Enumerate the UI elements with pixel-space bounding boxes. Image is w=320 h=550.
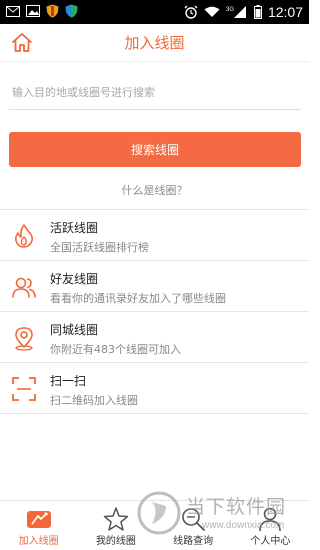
search-field-container [9, 76, 301, 110]
header: 加入线圈 [0, 24, 309, 62]
tab-label: 我的线圈 [95, 536, 136, 547]
tab-label: 加入线圈 [18, 536, 59, 547]
list-item-subtitle: 全国活跃线圈排行榜 [50, 241, 149, 254]
security-app-icon [65, 4, 78, 18]
svg-text:3G: 3G [226, 7, 234, 13]
tab-my-circles[interactable]: 我的线圈 [77, 501, 154, 550]
tab-route-search[interactable]: 线路查询 [155, 501, 232, 550]
list-item-subtitle: 扫二维码加入线圈 [50, 394, 138, 407]
image-icon [26, 5, 40, 17]
list-item-title: 好友线圈 [50, 272, 99, 286]
page-title: 加入线圈 [124, 34, 185, 52]
circle-join-icon [26, 511, 51, 528]
tab-label: 线路查询 [173, 536, 214, 547]
what-is-circle-link[interactable]: 什么是线圈？ [0, 182, 309, 198]
cellular-signal-icon: 3G [226, 5, 248, 19]
scan-icon [12, 377, 36, 401]
tab-profile[interactable]: 个人中心 [232, 501, 309, 550]
location-icon [15, 327, 33, 351]
options-list: 活跃线圈 全国活跃线圈排行榜 好友线圈 看看你的通讯录好友加入了哪些线圈 同城线… [0, 209, 309, 414]
star-icon [103, 507, 129, 531]
status-bar: 3G 12:07 [0, 0, 309, 24]
tab-join-circle[interactable]: 加入线圈 [0, 501, 77, 550]
list-item-title: 活跃线圈 [50, 221, 99, 235]
search-button[interactable]: 搜索线圈 [9, 132, 301, 167]
user-icon [259, 507, 282, 532]
shield-app-icon [46, 4, 59, 18]
list-item-local-circles[interactable]: 同城线圈 你附近有483个线圈可加入 [0, 312, 309, 363]
bottom-navigation: 加入线圈 我的线圈 线路查询 个人中心 [0, 500, 309, 550]
list-item-active-circles[interactable]: 活跃线圈 全国活跃线圈排行榜 [0, 210, 309, 261]
list-item-scan[interactable]: 扫一扫 扫二维码加入线圈 [0, 363, 309, 414]
battery-icon [253, 5, 262, 19]
list-item-subtitle: 你附近有483个线圈可加入 [50, 343, 181, 356]
friends-icon [12, 277, 36, 298]
mail-icon [6, 5, 20, 17]
list-item-friend-circles[interactable]: 好友线圈 看看你的通讯录好友加入了哪些线圈 [0, 261, 309, 312]
alarm-icon [184, 5, 198, 19]
list-item-subtitle: 看看你的通讯录好友加入了哪些线圈 [50, 292, 226, 305]
list-item-title: 扫一扫 [50, 374, 87, 388]
search-icon [182, 508, 206, 531]
list-item-title: 同城线圈 [50, 323, 99, 337]
status-time: 12:07 [267, 4, 303, 20]
wifi-icon [204, 6, 220, 18]
tab-label: 个人中心 [250, 536, 291, 547]
flame-icon [14, 224, 34, 248]
search-input[interactable] [9, 76, 301, 108]
